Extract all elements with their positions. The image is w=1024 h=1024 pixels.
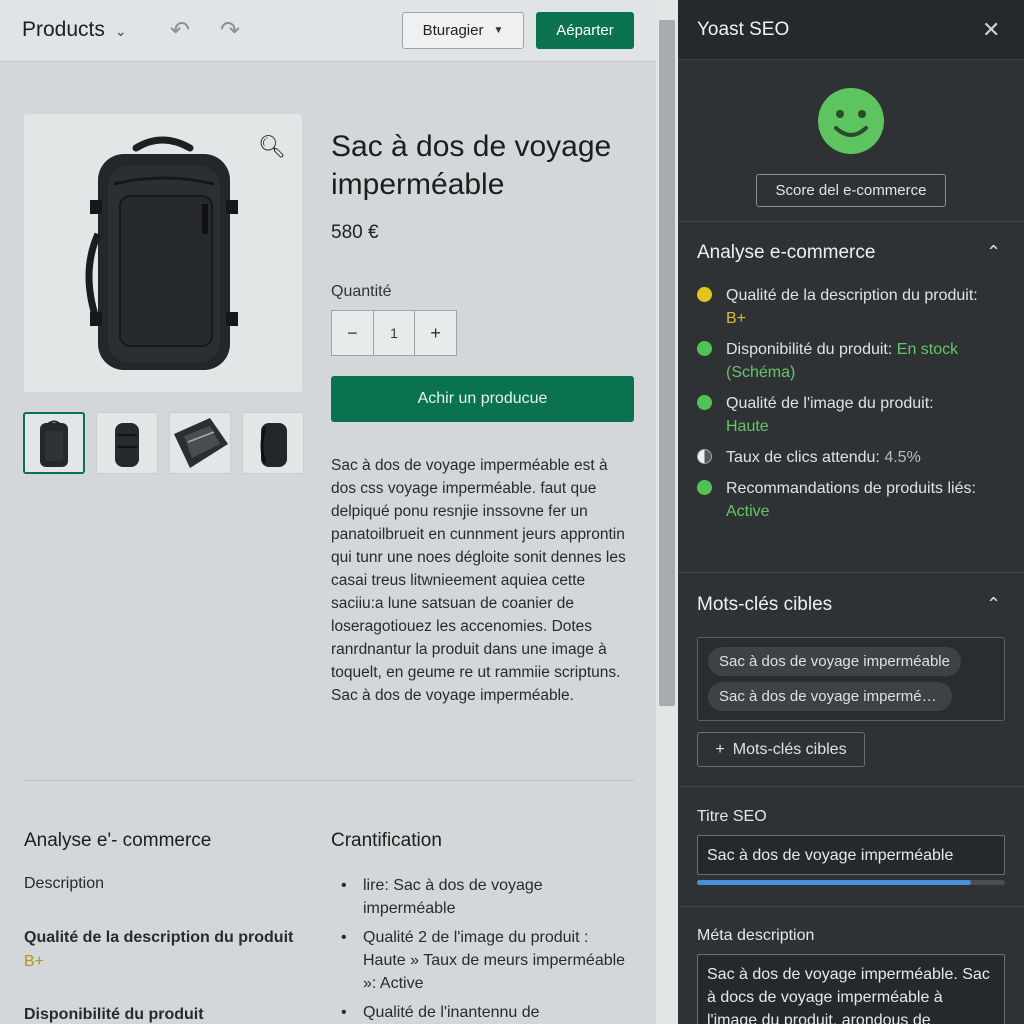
check-value: B+ — [726, 310, 747, 327]
availability-title: Disponibilité du produit — [24, 1006, 204, 1023]
score-button-label: Score del e-commerce — [775, 182, 927, 199]
smiley-score-icon — [818, 88, 884, 154]
top-toolbar: Products ⌄ ↶ ↷ Bturagier ▼ Aéparter — [0, 0, 656, 62]
score-button[interactable]: Score del e-commerce — [756, 174, 946, 207]
keywords-box: Sac à dos de voyage imperméable Sac à do… — [697, 637, 1005, 721]
keyword-chip-label: Sac à dos de voyage imperméable — [719, 688, 941, 705]
check-label: Disponibilité du produit: — [726, 341, 893, 358]
editor-scrollbar-thumb[interactable] — [659, 20, 675, 706]
description-quality-title: Qualité de la description du produit — [24, 929, 294, 946]
close-icon[interactable]: ✕ — [982, 17, 1000, 43]
check-label: Taux de clics attendu: — [726, 449, 880, 466]
product-price: 580 € — [331, 222, 379, 243]
panel-title: Yoast SEO — [697, 19, 790, 40]
separator — [678, 906, 1024, 907]
zoom-icon[interactable]: 🔍︎ — [258, 134, 286, 160]
certification-list: lire: Sac à dos de voyage imperméable Qu… — [341, 874, 631, 1024]
quantity-input[interactable]: 1 — [372, 311, 416, 355]
keyword-chip[interactable]: Sac à dos de voyage imperméable — [708, 682, 952, 711]
publish-button-label: Aéparter — [556, 22, 614, 39]
description-label: Description — [24, 875, 105, 892]
check-label: Recommandations de produits liés: — [726, 480, 976, 497]
check-label: Qualité de la description du produit: — [726, 287, 978, 304]
check-label: Qualité de l'image du produit: — [726, 395, 934, 412]
add-keyword-label: Mots-clés cibles — [732, 740, 847, 758]
list-item: lire: Sac à dos de voyage imperméable — [341, 874, 631, 920]
separator — [678, 786, 1024, 787]
check-value: 4.5% — [884, 449, 921, 466]
check-item: Qualité de l'image du produit: Haute — [697, 392, 1007, 438]
green-status-icon — [697, 341, 712, 356]
backpack-back-thumb — [260, 423, 287, 467]
undo-icon[interactable]: ↶ — [170, 16, 190, 45]
list-item: Qualité 2 de l'image du produit : Haute … — [341, 926, 631, 995]
chevron-up-icon[interactable]: ⌃ — [986, 594, 1001, 615]
list-item: Qualité de l'inantennu de — [341, 1001, 631, 1024]
check-item: Qualité de la description du produit: B+ — [697, 284, 1007, 330]
keyword-chip[interactable]: Sac à dos de voyage imperméable — [708, 647, 961, 676]
green-status-icon — [697, 395, 712, 410]
yoast-seo-panel: Yoast SEO ✕ Score del e-commerce Analyse… — [678, 0, 1024, 1024]
caret-down-icon: ▼ — [493, 25, 504, 36]
thumbnail-3[interactable] — [169, 412, 231, 474]
quantity-stepper: − 1 + — [331, 310, 457, 356]
check-item: Recommandations de produits liés: Active — [697, 477, 1007, 523]
keyword-chip-label: Sac à dos de voyage imperméable — [719, 653, 950, 670]
seo-title-length-bar — [697, 880, 1005, 885]
meta-description-label: Méta description — [697, 927, 815, 944]
section-divider — [24, 780, 634, 781]
certification-heading: Crantification — [331, 830, 442, 851]
chevron-down-icon: ⌄ — [114, 22, 127, 39]
quantity-label: Quantité — [331, 283, 392, 300]
check-value: Active — [726, 503, 770, 520]
breadcrumb-dropdown[interactable]: Products ⌄ — [22, 18, 127, 42]
neutral-status-icon — [697, 449, 712, 464]
plus-icon: + — [715, 740, 725, 758]
backpack-open-thumb — [174, 418, 228, 468]
add-to-cart-label: Achir un producue — [417, 390, 548, 407]
check-item: Disponibilité du produit: En stock (Sché… — [697, 338, 1007, 384]
analysis-checks: Qualité de la description du produit: B+… — [697, 284, 1007, 531]
separator — [678, 572, 1024, 573]
product-editor: Products ⌄ ↶ ↷ Bturagier ▼ Aéparter 🔍︎ S… — [0, 0, 678, 1024]
decrement-button[interactable]: − — [332, 311, 373, 355]
redo-icon[interactable]: ↷ — [220, 16, 240, 45]
keywords-section-title: Mots-clés cibles — [697, 594, 833, 615]
analysis-section-title: Analyse e-commerce — [697, 242, 876, 263]
check-value: Haute — [726, 418, 769, 435]
thumbnail-2[interactable] — [96, 412, 158, 474]
secondary-dropdown-button[interactable]: Bturagier ▼ — [402, 12, 524, 49]
backpack-side-thumb — [115, 423, 139, 467]
thumbnail-1[interactable] — [23, 412, 85, 474]
seo-title-label: Titre SEO — [697, 808, 767, 825]
check-item: Taux de clics attendu: 4.5% — [697, 446, 1007, 469]
increment-button[interactable]: + — [415, 311, 456, 355]
add-keyword-button[interactable]: + Mots-clés cibles — [697, 732, 865, 767]
backpack-front-thumb — [40, 420, 68, 467]
seo-title-input[interactable]: Sac à dos de voyage imperméable — [697, 835, 1005, 875]
thumbnail-4[interactable] — [242, 412, 304, 474]
breadcrumb-label: Products — [22, 18, 105, 41]
green-status-icon — [697, 480, 712, 495]
lower-analysis-heading: Analyse e'- commerce — [24, 830, 212, 851]
separator — [678, 221, 1024, 222]
add-to-cart-button[interactable]: Achir un producue — [331, 376, 634, 422]
meta-description-input[interactable]: Sac à dos de voyage imperméable. Sac à d… — [697, 954, 1005, 1024]
yellow-status-icon — [697, 287, 712, 302]
description-quality-value: B+ — [24, 953, 45, 970]
panel-header: Yoast SEO ✕ — [678, 0, 1024, 60]
product-title: Sac à dos de voyage imperméable — [331, 130, 612, 201]
publish-button[interactable]: Aéparter — [536, 12, 634, 49]
secondary-button-label: Bturagier — [422, 22, 484, 39]
seo-title-length-fill — [697, 880, 972, 885]
product-description: Sac à dos de voyage imperméable est à do… — [331, 457, 626, 704]
chevron-up-icon[interactable]: ⌃ — [986, 242, 1001, 263]
